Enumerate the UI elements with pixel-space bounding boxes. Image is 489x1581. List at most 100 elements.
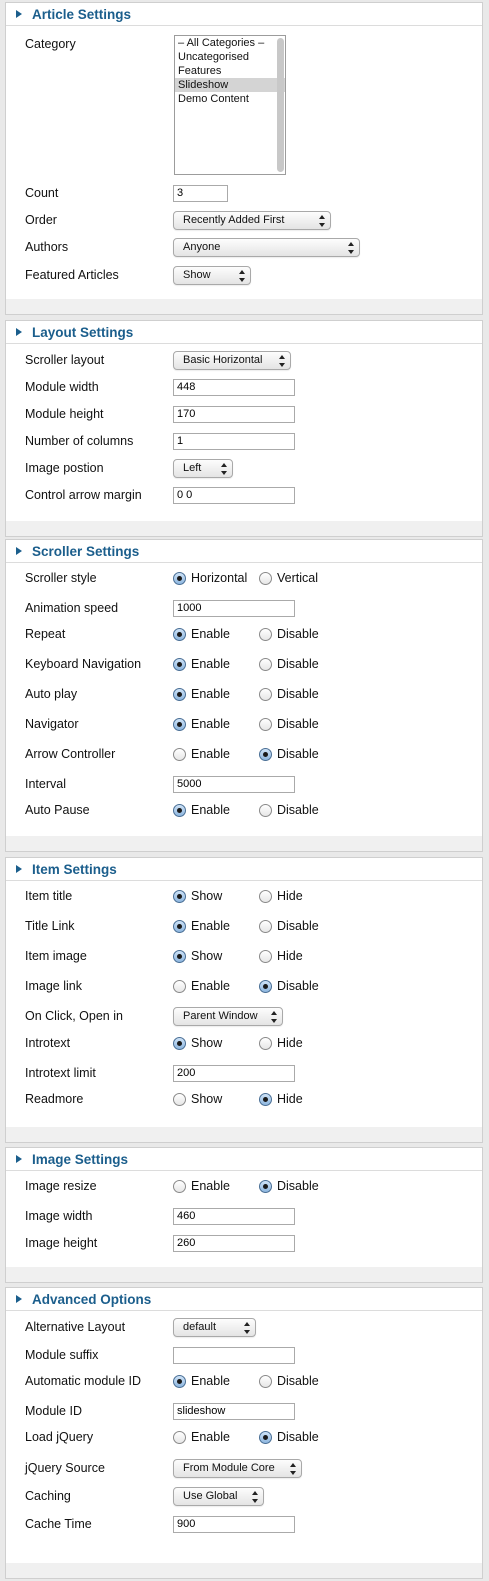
- category-option-selected[interactable]: Slideshow: [175, 78, 285, 92]
- hide-option[interactable]: Hide: [259, 889, 345, 903]
- disable-option[interactable]: Disable: [259, 687, 345, 701]
- enable-option[interactable]: Enable: [173, 919, 259, 933]
- disable-option[interactable]: Disable: [259, 1374, 345, 1388]
- image-width-input[interactable]: [173, 1207, 295, 1225]
- enable-option[interactable]: Enable: [173, 657, 259, 671]
- module-width-input[interactable]: [173, 378, 295, 396]
- radio-checked[interactable]: [259, 1179, 272, 1193]
- radio-unchecked[interactable]: [259, 1036, 272, 1050]
- onclick-select[interactable]: Parent Window: [173, 1006, 283, 1026]
- radio-checked[interactable]: [173, 803, 186, 817]
- radio-unchecked[interactable]: [259, 627, 272, 641]
- introtext-limit-input[interactable]: [173, 1064, 295, 1082]
- radio-checked[interactable]: [173, 657, 186, 671]
- interval-input[interactable]: [173, 775, 295, 793]
- expand-arrow-icon[interactable]: [16, 10, 22, 18]
- disable-option[interactable]: Disable: [259, 919, 345, 933]
- featured-select[interactable]: Show: [173, 265, 251, 285]
- enable-option[interactable]: Enable: [173, 1430, 259, 1444]
- category-listbox[interactable]: – All Categories – Uncategorised Feature…: [174, 35, 286, 175]
- item-settings-header[interactable]: Item Settings: [6, 858, 482, 881]
- radio-checked[interactable]: [259, 747, 272, 761]
- vertical-option[interactable]: Vertical: [259, 571, 345, 585]
- layout-settings-header[interactable]: Layout Settings: [6, 321, 482, 344]
- enable-option[interactable]: Enable: [173, 627, 259, 641]
- radio-unchecked[interactable]: [173, 979, 186, 993]
- disable-option[interactable]: Disable: [259, 803, 345, 817]
- jquery-source-select[interactable]: From Module Core: [173, 1458, 302, 1478]
- enable-option[interactable]: Enable: [173, 803, 259, 817]
- radio-unchecked[interactable]: [259, 717, 272, 731]
- radio-unchecked[interactable]: [173, 747, 186, 761]
- animation-speed-input[interactable]: [173, 599, 295, 617]
- horizontal-option[interactable]: Horizontal: [173, 571, 259, 585]
- show-option[interactable]: Show: [173, 1092, 259, 1106]
- image-settings-header[interactable]: Image Settings: [6, 1148, 482, 1171]
- radio-unchecked[interactable]: [259, 803, 272, 817]
- show-option[interactable]: Show: [173, 889, 259, 903]
- enable-option[interactable]: Enable: [173, 1179, 259, 1193]
- expand-arrow-icon[interactable]: [16, 1295, 22, 1303]
- caching-select[interactable]: Use Global: [173, 1486, 264, 1506]
- module-suffix-input[interactable]: [173, 1346, 295, 1364]
- disable-option[interactable]: Disable: [259, 627, 345, 641]
- radio-checked[interactable]: [173, 1036, 186, 1050]
- enable-option[interactable]: Enable: [173, 687, 259, 701]
- columns-input[interactable]: [173, 432, 295, 450]
- order-select[interactable]: Recently Added First: [173, 210, 331, 230]
- radio-unchecked[interactable]: [173, 1092, 186, 1106]
- radio-unchecked[interactable]: [259, 571, 272, 585]
- expand-arrow-icon[interactable]: [16, 1155, 22, 1163]
- show-option[interactable]: Show: [173, 949, 259, 963]
- disable-option[interactable]: Disable: [259, 979, 345, 993]
- image-height-input[interactable]: [173, 1234, 295, 1252]
- radio-unchecked[interactable]: [173, 1430, 186, 1444]
- enable-option[interactable]: Enable: [173, 747, 259, 761]
- disable-option[interactable]: Disable: [259, 1430, 345, 1444]
- radio-unchecked[interactable]: [259, 687, 272, 701]
- category-option[interactable]: – All Categories –: [175, 36, 285, 50]
- scroller-settings-header[interactable]: Scroller Settings: [6, 540, 482, 563]
- category-option[interactable]: Uncategorised: [175, 50, 285, 64]
- radio-checked[interactable]: [173, 949, 186, 963]
- listbox-scrollbar[interactable]: [277, 38, 284, 172]
- arrow-margin-input[interactable]: [173, 486, 295, 504]
- article-settings-header[interactable]: Article Settings: [6, 3, 482, 26]
- radio-checked[interactable]: [173, 571, 186, 585]
- module-id-input[interactable]: [173, 1402, 295, 1420]
- cache-time-input[interactable]: [173, 1515, 295, 1533]
- disable-option[interactable]: Disable: [259, 747, 345, 761]
- show-option[interactable]: Show: [173, 1036, 259, 1050]
- hide-option[interactable]: Hide: [259, 1036, 345, 1050]
- radio-unchecked[interactable]: [259, 657, 272, 671]
- module-height-input[interactable]: [173, 405, 295, 423]
- scroller-layout-select[interactable]: Basic Horizontal: [173, 350, 291, 370]
- radio-checked[interactable]: [173, 687, 186, 701]
- radio-checked[interactable]: [173, 717, 186, 731]
- authors-select[interactable]: Anyone: [173, 237, 360, 257]
- category-option[interactable]: Features: [175, 64, 285, 78]
- disable-option[interactable]: Disable: [259, 657, 345, 671]
- radio-checked[interactable]: [173, 627, 186, 641]
- radio-unchecked[interactable]: [259, 949, 272, 963]
- radio-unchecked[interactable]: [259, 919, 272, 933]
- enable-option[interactable]: Enable: [173, 979, 259, 993]
- hide-option[interactable]: Hide: [259, 949, 345, 963]
- expand-arrow-icon[interactable]: [16, 865, 22, 873]
- expand-arrow-icon[interactable]: [16, 547, 22, 555]
- expand-arrow-icon[interactable]: [16, 328, 22, 336]
- radio-unchecked[interactable]: [259, 889, 272, 903]
- enable-option[interactable]: Enable: [173, 1374, 259, 1388]
- enable-option[interactable]: Enable: [173, 717, 259, 731]
- radio-checked[interactable]: [173, 1374, 186, 1388]
- radio-checked[interactable]: [173, 919, 186, 933]
- radio-checked[interactable]: [259, 1430, 272, 1444]
- alternative-layout-select[interactable]: default: [173, 1317, 256, 1337]
- advanced-options-header[interactable]: Advanced Options: [6, 1288, 482, 1311]
- radio-unchecked[interactable]: [259, 1374, 272, 1388]
- category-option[interactable]: Demo Content: [175, 92, 285, 106]
- count-input[interactable]: [173, 184, 228, 202]
- radio-unchecked[interactable]: [173, 1179, 186, 1193]
- disable-option[interactable]: Disable: [259, 717, 345, 731]
- disable-option[interactable]: Disable: [259, 1179, 345, 1193]
